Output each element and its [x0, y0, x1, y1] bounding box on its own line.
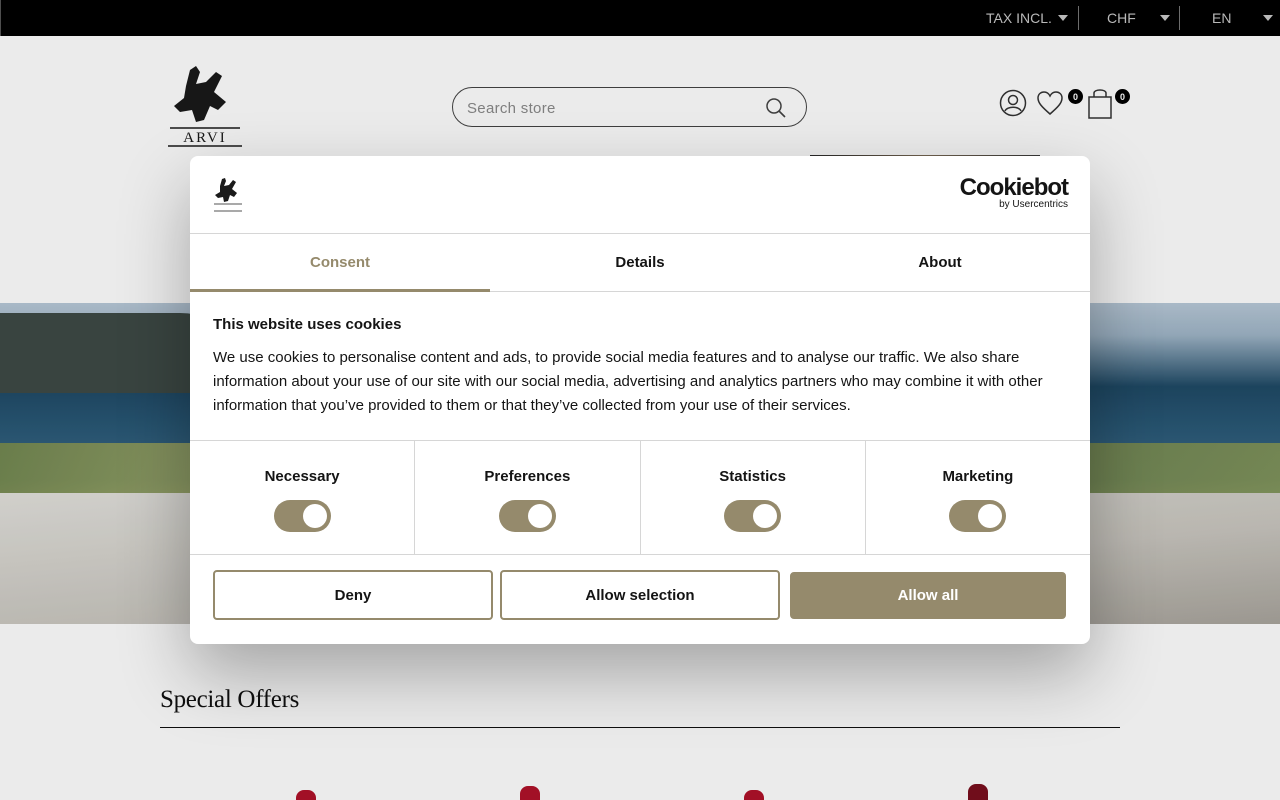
tab-consent[interactable]: Consent [190, 234, 490, 292]
category-marketing: Marketing [866, 441, 1090, 554]
cookie-consent-dialog: Cookiebot by Usercentrics Consent Detail… [190, 156, 1090, 644]
tab-about[interactable]: About [790, 234, 1090, 291]
dialog-tabs: Consent Details About [190, 234, 1090, 292]
category-necessary: Necessary [190, 441, 416, 554]
allow-selection-button[interactable]: Allow selection [500, 570, 780, 620]
cookiebot-brand: Cookiebot [959, 174, 1069, 201]
category-preferences: Preferences [415, 441, 641, 554]
dialog-header: Cookiebot by Usercentrics [190, 156, 1090, 234]
preferences-toggle[interactable] [498, 500, 556, 532]
site-logo-small [212, 176, 244, 212]
arvi-logo-icon [214, 178, 242, 212]
category-label: Statistics [719, 468, 786, 485]
category-label: Preferences [484, 468, 571, 485]
category-label: Necessary [264, 468, 340, 485]
category-statistics: Statistics [641, 441, 866, 554]
statistics-toggle[interactable] [724, 500, 782, 532]
consent-categories: Necessary Preferences Statistics Marketi… [190, 440, 1090, 555]
allow-all-button[interactable]: Allow all [790, 572, 1066, 619]
category-label: Marketing [942, 468, 1014, 485]
dialog-title: This website uses cookies [213, 316, 402, 333]
marketing-toggle[interactable] [949, 500, 1007, 532]
dialog-body: This website uses cookies We use cookies… [213, 316, 1073, 418]
necessary-toggle[interactable] [273, 500, 331, 532]
deny-button[interactable]: Deny [213, 570, 493, 620]
tab-details[interactable]: Details [490, 234, 790, 291]
dialog-description: We use cookies to personalise content an… [213, 349, 1043, 414]
cookiebot-logo[interactable]: Cookiebot by Usercentrics [959, 174, 1069, 211]
